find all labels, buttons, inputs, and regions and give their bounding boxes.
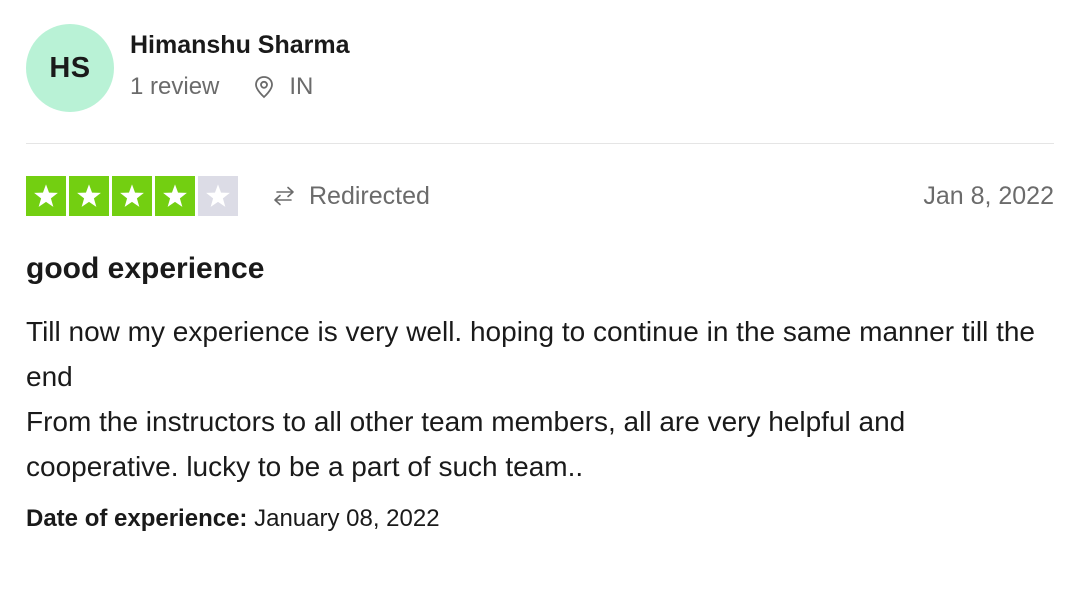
rating-row: Redirected Jan 8, 2022 (26, 176, 1054, 216)
review-paragraph: From the instructors to all other team m… (26, 406, 906, 482)
review-date: Jan 8, 2022 (923, 181, 1054, 210)
review-body: Till now my experience is very well. hop… (26, 309, 1036, 489)
star-icon (163, 184, 187, 207)
avatar[interactable]: HS (26, 24, 114, 112)
star-empty (198, 176, 238, 216)
reviewer-info: Himanshu Sharma 1 review IN (130, 31, 350, 101)
reviewer-location: IN (253, 73, 313, 101)
review-card: HS Himanshu Sharma 1 review IN Redirecte… (0, 0, 1080, 608)
star-rating (26, 176, 241, 216)
review-count: 1 review (130, 73, 220, 100)
star-icon (206, 184, 230, 207)
star-filled (26, 176, 66, 216)
star-icon (77, 184, 101, 207)
reviewer-header: HS Himanshu Sharma 1 review IN (26, 24, 350, 112)
country-code: IN (289, 73, 314, 100)
star-filled (155, 176, 195, 216)
star-icon (34, 184, 58, 207)
reviewer-meta: 1 review IN (130, 73, 350, 101)
experience-date: January 08, 2022 (254, 505, 440, 532)
experience-label: Date of experience: (26, 505, 248, 532)
review-title[interactable]: good experience (26, 252, 264, 286)
date-of-experience: Date of experience: January 08, 2022 (26, 505, 440, 533)
reviewer-name-link[interactable]: Himanshu Sharma (130, 31, 350, 60)
redirect-arrow-icon (274, 186, 294, 206)
star-filled (69, 176, 109, 216)
location-pin-icon (255, 76, 274, 99)
redirected-text: Redirected (309, 181, 430, 210)
redirected-label[interactable]: Redirected (271, 182, 430, 211)
review-paragraph: Till now my experience is very well. hop… (26, 316, 1035, 392)
star-icon (120, 184, 144, 207)
divider (26, 143, 1054, 144)
star-filled (112, 176, 152, 216)
